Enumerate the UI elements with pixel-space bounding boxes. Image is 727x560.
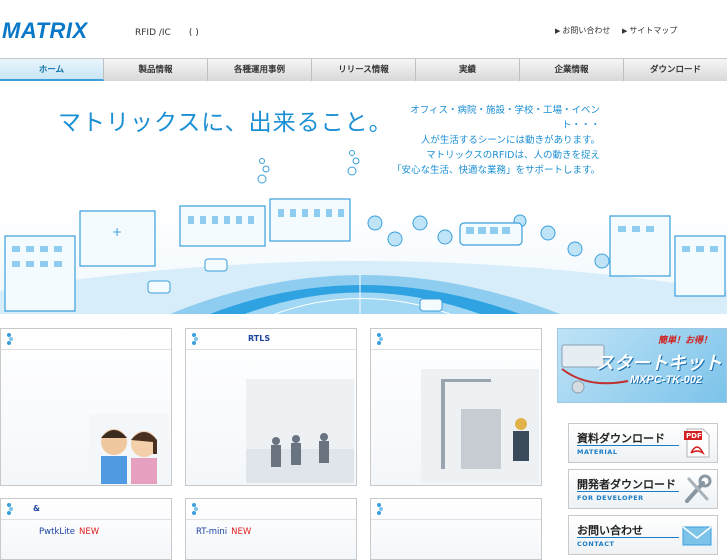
svg-text:+: + [112,225,122,239]
nav-releases[interactable]: リリース情報 [312,59,416,81]
dots-icon [192,503,198,515]
new-badge: NEW [231,527,252,537]
new-badge: NEW [79,527,100,537]
header-tagline: RFID /IC ( ) [135,28,199,38]
developer-download-button[interactable]: 開発者ダウンロード FOR DEVELOPER [568,469,718,509]
site-header: MATRIX RFID /IC ( ) ▶ お問い合わせ ▶ サイトマップ [0,0,727,58]
children-photo [89,414,169,484]
dots-icon [7,503,13,515]
triangle-right-icon: ▶ [622,27,628,35]
panel-top-right[interactable] [370,328,542,486]
nav-products[interactable]: 製品情報 [104,59,208,81]
panel-top-left[interactable] [0,328,172,486]
banner-title: スタートキット [596,353,722,374]
nav-home[interactable]: ホーム [0,59,104,81]
main-nav: ホーム 製品情報 各種運用事例 リリース情報 実績 企業情報 ダウンロード [0,58,727,82]
nav-achievements[interactable]: 実績 [416,59,520,81]
matrix-logo[interactable]: MATRIX [2,18,88,44]
material-download-button[interactable]: 資料ダウンロード MATERIAL PDF [568,423,718,463]
pwtklite-heading: & [33,504,40,513]
panel-rt-mini[interactable]: RT-mini NEW [185,498,357,560]
triangle-right-icon: ▶ [555,27,561,35]
panel-lower-right[interactable] [370,498,542,560]
banner-badge: 簡単！お得！ [658,336,713,346]
dots-icon [377,333,383,345]
nav-cases[interactable]: 各種運用事例 [208,59,312,81]
panel-rtls[interactable]: RTLS [185,328,357,486]
nav-company[interactable]: 企業情報 [520,59,624,81]
hero-title: マトリックスに、出来ること。 [58,110,393,136]
dots-icon [7,333,13,345]
panel-pwtklite[interactable]: & PwtkLite NEW [0,498,172,560]
contact-button[interactable]: お問い合わせ CONTACT [568,515,718,555]
pdf-icon: PDF [684,428,710,458]
contact-link[interactable]: ▶ お問い合わせ [555,25,610,36]
sitemap-link[interactable]: ▶ サイトマップ [622,25,677,36]
nav-download[interactable]: ダウンロード [624,59,727,81]
pwtklite-link[interactable]: PwtkLite [39,527,75,537]
banner-model: MXPC-TK-002 [630,374,703,386]
rt-mini-link[interactable]: RT-mini [196,527,227,537]
tools-icon [685,474,712,503]
construction-photo [421,369,539,483]
city-illustration: + [0,150,727,314]
hero-banner: マトリックスに、出来ること。 オフィス・病院・施設・学校・工場・イベント・・・ … [0,81,727,314]
start-kit-banner[interactable]: 簡単！お得！ スタートキット MXPC-TK-002 [557,328,727,403]
dots-icon [192,333,198,345]
rtls-label[interactable]: RTLS [248,334,270,343]
svg-text:PDF: PDF [686,432,702,440]
dots-icon [377,503,383,515]
office-people-photo [246,379,354,483]
